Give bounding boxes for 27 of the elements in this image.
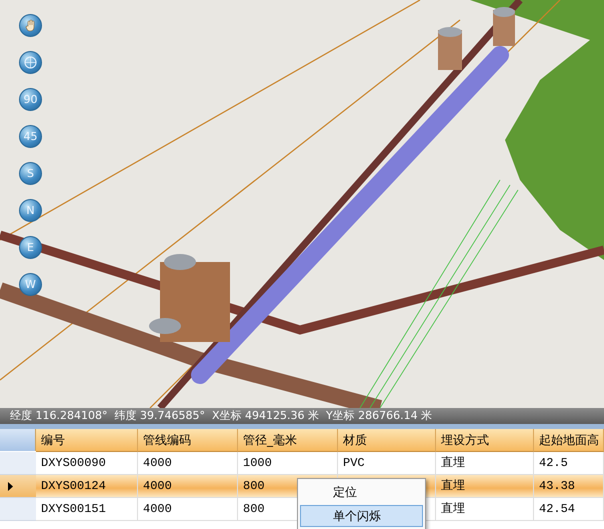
row-header[interactable] (0, 475, 36, 498)
menu-item[interactable]: 单个闪烁 (300, 505, 423, 527)
column-header[interactable]: 埋设方式 (436, 429, 534, 452)
table-cell: 直埋 (436, 498, 534, 521)
table-cell: PVC (338, 452, 436, 475)
table-cell: 43.38 (534, 475, 604, 498)
table-cell: DXYS00124 (36, 475, 138, 498)
column-header[interactable]: 编号 (36, 429, 138, 452)
table-cell: 1000 (238, 452, 338, 475)
column-header[interactable]: 管线编码 (138, 429, 238, 452)
table-cell: DXYS00151 (36, 498, 138, 521)
table-cell: 42.54 (534, 498, 604, 521)
table-cell: 4000 (138, 452, 238, 475)
column-header[interactable]: 起始地面高 (534, 429, 604, 452)
table-cell: 直埋 (436, 452, 534, 475)
table-cell: 42.5 (534, 452, 604, 475)
table-cell: DXYS00090 (36, 452, 138, 475)
current-row-icon (8, 482, 13, 490)
column-header[interactable]: 管径_毫米 (238, 429, 338, 452)
column-header[interactable]: 材质 (338, 429, 436, 452)
globe-icon (24, 56, 37, 69)
status-bar: 经度 116.284108° 纬度 39.746585° X坐标 494125.36 米 Y坐标 286766.14 米 (0, 408, 604, 424)
table-cell: 直埋 (436, 475, 534, 498)
table-corner (0, 429, 36, 451)
table-cell: 4000 (138, 498, 238, 521)
hand-icon (24, 19, 36, 32)
table-cell: 4000 (138, 475, 238, 498)
